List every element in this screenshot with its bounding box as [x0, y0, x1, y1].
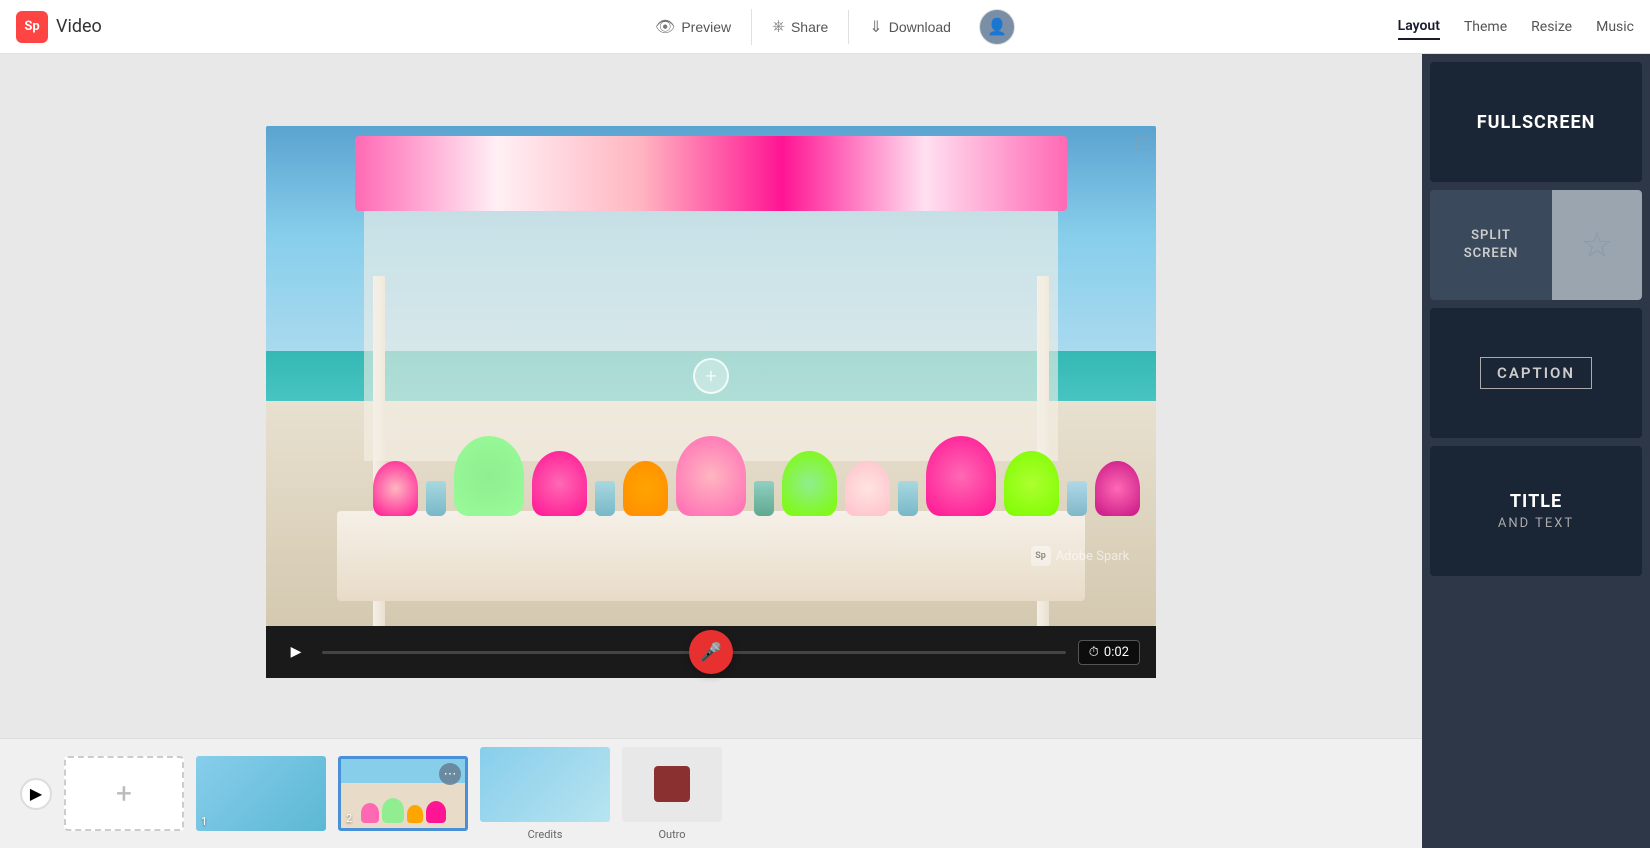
share-icon: ⎈ [772, 18, 785, 36]
thumb-flower [382, 798, 404, 823]
header-center-nav: 👁 Preview ⎈ Share ⇓ Download 👤 [635, 9, 1015, 45]
slide-options-button[interactable]: ⋯ [439, 763, 461, 785]
layout-split-screen-option[interactable]: SPLITSCREEN ☆ [1430, 190, 1642, 300]
video-container: ⛶ [0, 54, 1422, 738]
flower-arrangement [623, 461, 668, 516]
slide-number-1: 1 [201, 815, 207, 828]
expand-icon[interactable]: ⛶ [1135, 134, 1148, 155]
nav-theme[interactable]: Theme [1464, 15, 1507, 39]
download-icon: ⇓ [869, 17, 882, 37]
thumb-flower [407, 805, 423, 823]
canvas-area: ⛶ [0, 54, 1422, 848]
preview-label: Preview [681, 19, 731, 35]
preview-icon: 👁 [655, 17, 675, 37]
split-right-pane: ☆ [1552, 190, 1642, 300]
nav-resize[interactable]: Resize [1531, 15, 1572, 39]
slide-thumbnail-2[interactable]: ⋯ 2 [338, 756, 468, 831]
vase [426, 481, 446, 516]
slide-2-col: ⋯ 2 [338, 756, 468, 831]
flower-arrangement [845, 461, 890, 516]
add-content-button[interactable]: + [693, 358, 729, 394]
vase [595, 481, 615, 516]
slide-thumbnail-1[interactable]: 1 [196, 756, 326, 831]
split-left-pane: SPLITSCREEN [1430, 190, 1552, 300]
share-button[interactable]: ⎈ Share [752, 10, 849, 44]
vase [754, 481, 774, 516]
main-content: ⛶ [0, 54, 1650, 848]
video-controls-bar: ▶ 🎤 ⏱ 0:02 [266, 626, 1156, 678]
outro-label: Outro [658, 828, 685, 841]
user-avatar[interactable]: 👤 [979, 9, 1015, 45]
star-icon: ☆ [1581, 224, 1613, 266]
flower-arch [355, 136, 1067, 211]
nav-layout[interactable]: Layout [1398, 14, 1440, 40]
flower-arrangement [1095, 461, 1140, 516]
add-icon: + [116, 777, 132, 810]
video-frame: + Sp Adobe Spark [266, 126, 1156, 626]
flower-arrangement [454, 436, 524, 516]
credits-col: Credits [480, 747, 610, 841]
title-label: TITLE [1510, 491, 1562, 512]
layout-caption-option[interactable]: CAPTION [1430, 308, 1642, 438]
credits-label: Credits [528, 828, 563, 841]
download-button[interactable]: ⇓ Download [849, 9, 971, 45]
right-panel: FULLSCREEN SPLITSCREEN ☆ CAPTION TITLE A… [1422, 54, 1650, 848]
flower-arrangement [532, 451, 587, 516]
thumb-flower [426, 801, 446, 823]
watermark-logo: Sp [1031, 546, 1051, 566]
nav-music[interactable]: Music [1596, 15, 1634, 39]
header-right-nav: Layout Theme Resize Music [1398, 14, 1634, 40]
outro-icon [654, 766, 690, 802]
flower-arrangement [1004, 451, 1059, 516]
watermark-text: Adobe Spark [1056, 549, 1130, 564]
sp-logo: Sp [16, 11, 48, 43]
table-flowers [373, 316, 1085, 516]
layout-title-text-option[interactable]: TITLE AND TEXT [1430, 446, 1642, 576]
and-text-label: AND TEXT [1498, 516, 1574, 531]
flower-arrangement [373, 461, 418, 516]
preview-button[interactable]: 👁 Preview [635, 9, 752, 45]
add-slide-button[interactable]: + [64, 756, 184, 831]
vase [898, 481, 918, 516]
clock-icon: ⏱ [1089, 645, 1099, 660]
download-label: Download [889, 19, 951, 35]
share-label: Share [791, 19, 828, 35]
outro-col: Outro [622, 747, 722, 841]
layout-fullscreen-option[interactable]: FULLSCREEN [1430, 62, 1642, 182]
app-header: Sp Video 👁 Preview ⎈ Share ⇓ Download 👤 … [0, 0, 1650, 54]
timeline-strip: ▶ + 1 ⋯ 2 [0, 738, 1422, 848]
vase [1067, 481, 1087, 516]
time-value: 0:02 [1104, 645, 1129, 660]
flower-arrangement [926, 436, 996, 516]
slide-thumbnail-outro[interactable] [622, 747, 722, 822]
caption-label: CAPTION [1480, 357, 1592, 389]
logo-area: Sp Video [16, 11, 196, 43]
fullscreen-label: FULLSCREEN [1477, 112, 1596, 133]
slide-thumbnail-credits[interactable] [480, 747, 610, 822]
video-wrapper: ⛶ [266, 126, 1156, 666]
timeline-play-button[interactable]: ▶ [20, 778, 52, 810]
app-title: Video [56, 16, 102, 37]
slide-number-2: 2 [346, 812, 352, 825]
wedding-scene: + Sp Adobe Spark [266, 126, 1156, 626]
time-display: ⏱ 0:02 [1078, 640, 1140, 665]
split-screen-label: SPLITSCREEN [1464, 227, 1519, 263]
thumb-flower [361, 803, 379, 823]
slide-1-col: 1 [196, 756, 326, 831]
flower-arrangement [676, 436, 746, 516]
table-surface [337, 511, 1085, 601]
play-button[interactable]: ▶ [282, 638, 310, 666]
watermark: Sp Adobe Spark [1031, 546, 1130, 566]
flower-arrangement [782, 451, 837, 516]
mic-button[interactable]: 🎤 [689, 630, 733, 674]
